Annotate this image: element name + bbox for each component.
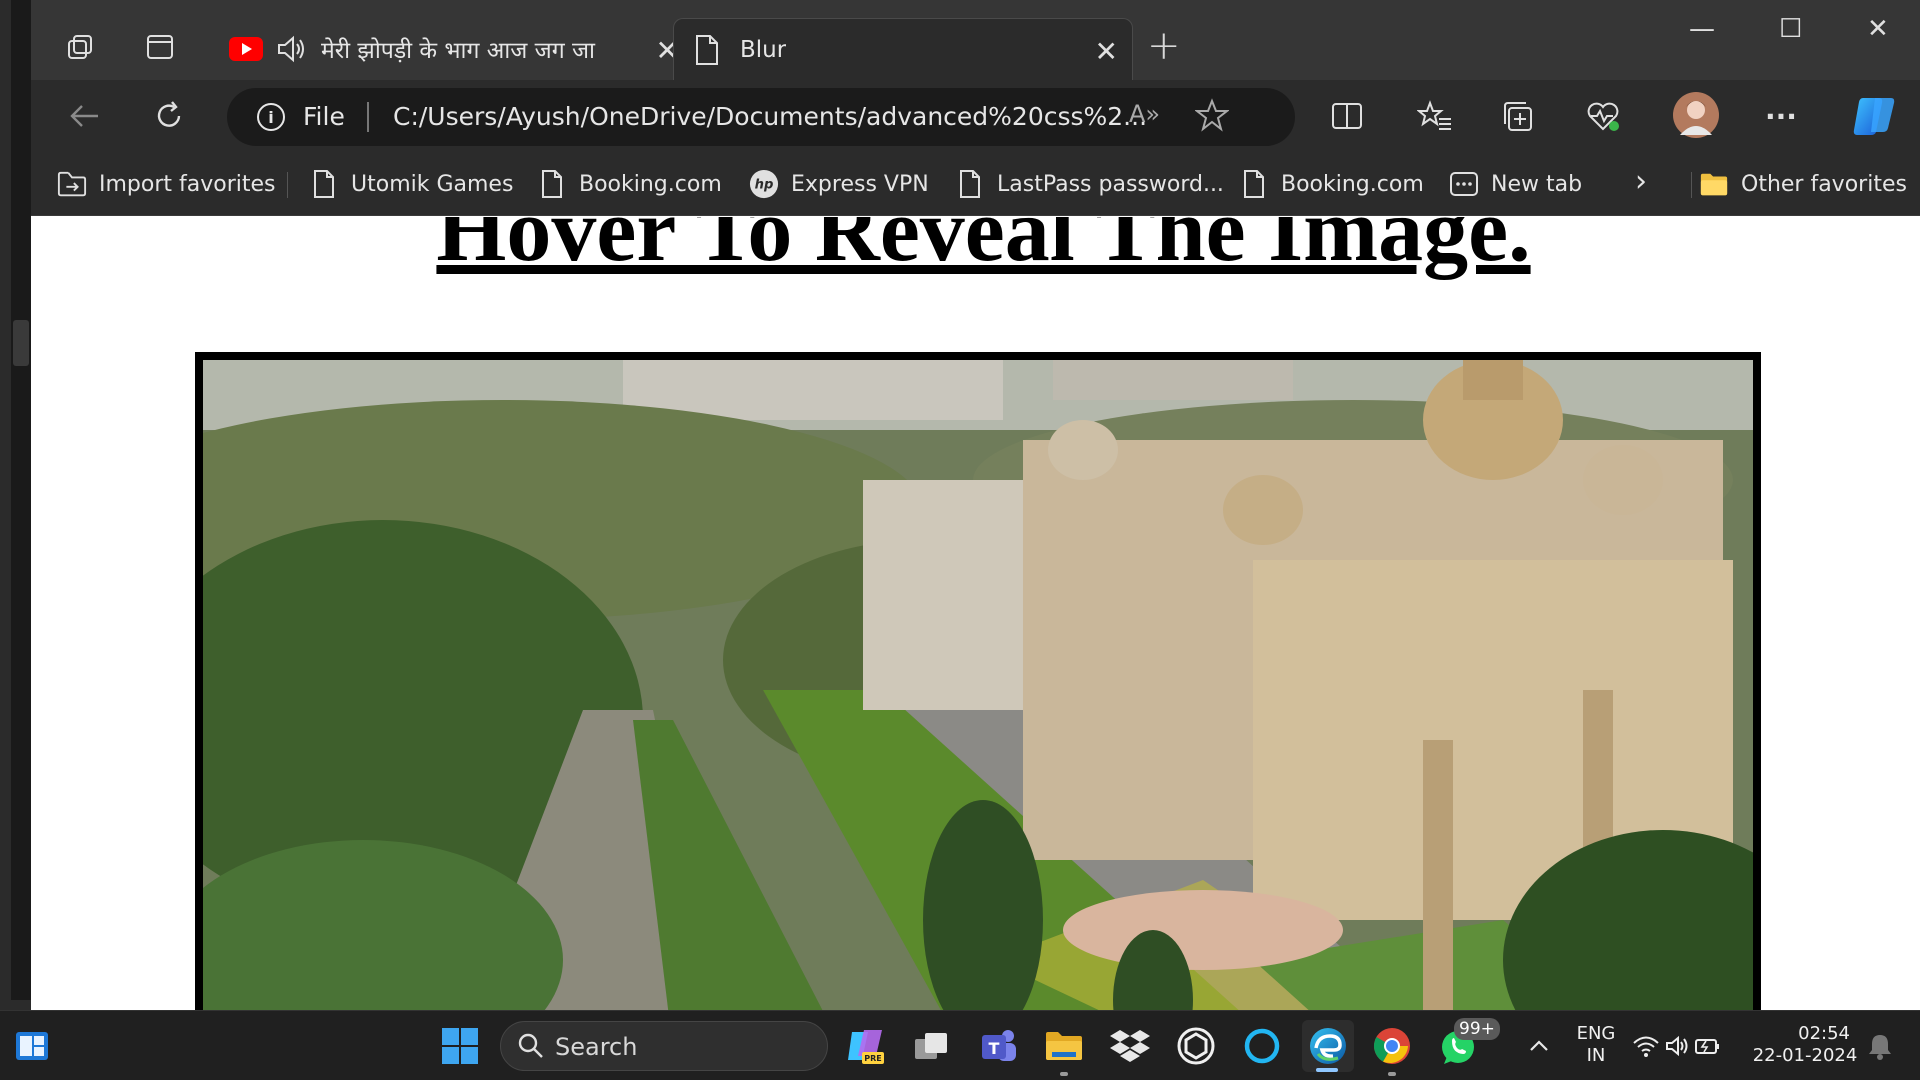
teams-icon[interactable]: T <box>976 1024 1020 1068</box>
wifi-icon <box>1632 1034 1660 1058</box>
fav-new-tab[interactable]: New tab <box>1449 168 1582 200</box>
read-aloud-icon[interactable]: A» <box>1129 100 1160 128</box>
info-icon[interactable]: i <box>257 103 285 131</box>
tab-blur[interactable]: Blur ✕ <box>673 18 1133 80</box>
maximize-button[interactable]: ☐ <box>1779 14 1802 44</box>
search-icon <box>517 1032 545 1066</box>
page-heading: Hover To Reveal The Image. <box>436 217 1531 280</box>
favorites-bar: Import favorites Utomik Games Booking.co… <box>31 154 1920 216</box>
system-tray-status[interactable] <box>1632 1024 1722 1068</box>
widgets-icon[interactable] <box>10 1024 54 1068</box>
browser-window: मेरी झोपड़ी के भाग आज जग जा ✕ Blur ✕ + —… <box>31 0 1920 1010</box>
whatsapp-icon[interactable]: 99+ <box>1436 1018 1500 1068</box>
favorites-overflow-chevron-icon[interactable]: › <box>1635 164 1647 199</box>
fav-utomik-games[interactable]: Utomik Games <box>309 168 513 200</box>
more-icon[interactable]: ··· <box>1761 96 1801 136</box>
back-icon[interactable] <box>65 96 105 136</box>
refresh-icon[interactable] <box>149 96 189 136</box>
address-bar[interactable]: i File C:/Users/Ayush/OneDrive/Documents… <box>227 88 1295 146</box>
hover-image[interactable] <box>195 352 1761 1010</box>
new-tab-button[interactable]: + <box>1147 26 1181 66</box>
favorites-icon[interactable] <box>1415 96 1455 136</box>
minimize-button[interactable]: — <box>1689 14 1715 44</box>
start-icon[interactable] <box>438 1024 482 1068</box>
scrollbar-thumb[interactable] <box>13 320 29 366</box>
favorite-star-icon[interactable] <box>1194 98 1230 138</box>
notification-bell-icon[interactable] <box>1858 1024 1902 1068</box>
notification-badge: 99+ <box>1454 1018 1500 1040</box>
vertical-tabs-icon[interactable] <box>143 30 177 64</box>
city-photo <box>203 360 1753 1010</box>
date: 22-01-2024 <box>1752 1045 1858 1066</box>
tab-strip: मेरी झोपड़ी के भाग आज जग जा ✕ Blur ✕ + —… <box>31 0 1920 80</box>
page-icon <box>955 168 985 200</box>
page-icon <box>1239 168 1269 200</box>
import-icon <box>57 168 87 200</box>
close-window-button[interactable]: ✕ <box>1867 14 1889 44</box>
speaker-icon[interactable] <box>275 34 309 64</box>
clock[interactable]: 02:54 22-01-2024 <box>1750 1023 1860 1067</box>
dropbox-icon[interactable] <box>1108 1024 1152 1068</box>
fav-other-favorites[interactable]: Other favorites <box>1699 168 1907 200</box>
split-screen-icon[interactable] <box>1327 96 1367 136</box>
search-label: Search <box>555 1033 638 1061</box>
fav-lastpass[interactable]: LastPass password... <box>955 168 1224 200</box>
url-text[interactable]: C:/Users/Ayush/OneDrive/Documents/advanc… <box>393 102 1147 131</box>
youtube-icon <box>229 37 263 61</box>
browser-essentials-icon[interactable] <box>1583 96 1623 136</box>
page-icon <box>537 168 567 200</box>
screen: मेरी झोपड़ी के भाग आज जग जा ✕ Blur ✕ + —… <box>0 0 1920 1080</box>
profile-avatar[interactable] <box>1671 90 1721 140</box>
copilot-icon[interactable] <box>1849 94 1899 138</box>
tab-title: Blur <box>740 36 787 63</box>
svg-text:T: T <box>989 1039 1000 1058</box>
fav-booking-2[interactable]: Booking.com <box>1239 168 1424 200</box>
page-icon <box>694 34 720 66</box>
hp-icon: hp <box>749 168 779 200</box>
time: 02:54 <box>1798 1023 1850 1044</box>
page-content: Hover To Reveal The Image. <box>31 217 1920 1010</box>
tab-music[interactable]: मेरी झोपड़ी के भाग आज जग जा ✕ <box>217 18 693 80</box>
chrome-icon[interactable] <box>1370 1024 1414 1076</box>
workspaces-icon[interactable] <box>63 30 97 64</box>
svg-text:hp: hp <box>755 178 774 193</box>
volume-icon <box>1664 1034 1690 1058</box>
fav-import-favorites[interactable]: Import favorites <box>57 168 276 200</box>
chevron-up-icon[interactable] <box>1517 1024 1561 1068</box>
newtab-icon <box>1449 168 1479 200</box>
copilot-preview-icon[interactable]: PRE <box>844 1024 888 1068</box>
tab-title: मेरी झोपड़ी के भाग आज जग जा <box>321 38 596 64</box>
language-indicator[interactable]: ENG IN <box>1570 1023 1622 1067</box>
folder-icon <box>1699 168 1729 200</box>
page-icon <box>309 168 339 200</box>
svg-text:PRE: PRE <box>864 1054 882 1063</box>
chatgpt-icon[interactable] <box>1174 1024 1218 1068</box>
taskbar: Search PRE T 99+ ENG IN 02:54 22-01-2024 <box>0 1010 1920 1080</box>
cortana-icon[interactable] <box>1240 1024 1284 1068</box>
desktop-edge <box>0 0 31 1010</box>
fav-booking[interactable]: Booking.com <box>537 168 722 200</box>
protocol-label: File <box>303 102 345 131</box>
toolbar: i File C:/Users/Ayush/OneDrive/Documents… <box>31 80 1920 154</box>
collections-icon[interactable] <box>1497 96 1537 136</box>
task-view-icon[interactable] <box>910 1024 954 1068</box>
battery-icon <box>1694 1034 1722 1058</box>
edge-icon[interactable] <box>1302 1020 1354 1072</box>
fav-express-vpn[interactable]: hp Express VPN <box>749 168 929 200</box>
close-tab-icon[interactable]: ✕ <box>1095 35 1118 68</box>
taskbar-search[interactable]: Search <box>500 1021 828 1071</box>
file-explorer-icon[interactable] <box>1042 1024 1086 1076</box>
